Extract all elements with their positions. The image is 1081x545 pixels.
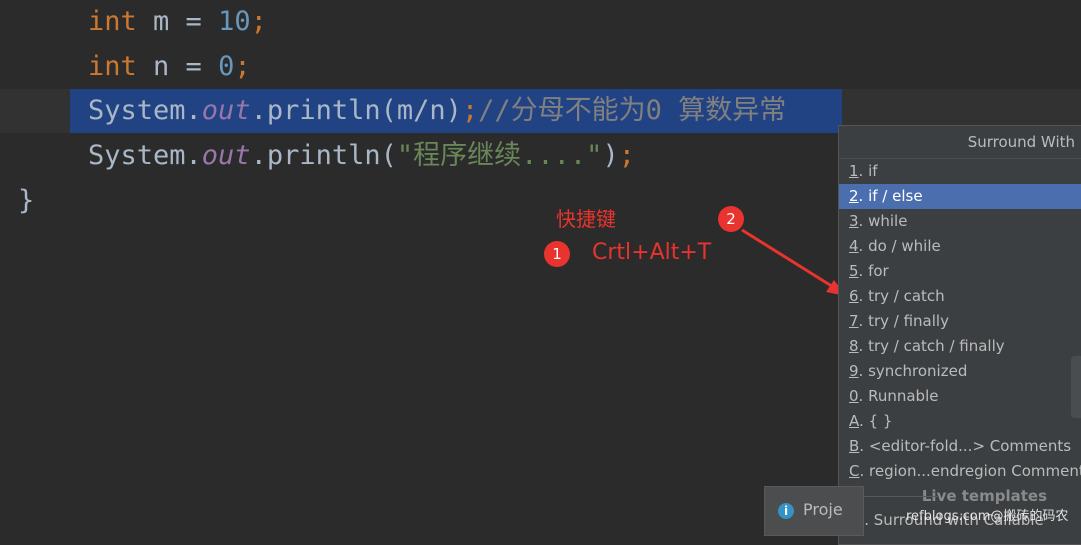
menu-item-label: . for bbox=[858, 262, 889, 280]
menu-item-label: . if bbox=[858, 162, 878, 180]
annotation-shortcut: Crtl+Alt+T bbox=[592, 240, 712, 265]
menu-item[interactable]: 0. Runnable bbox=[839, 384, 1081, 409]
menu-item[interactable]: 7. try / finally bbox=[839, 309, 1081, 334]
menu-item[interactable]: 6. try / catch bbox=[839, 284, 1081, 309]
keyword: int bbox=[88, 6, 137, 37]
menu-item[interactable]: C. region...endregion Comments bbox=[839, 459, 1081, 484]
menu-item[interactable]: 5. for bbox=[839, 259, 1081, 284]
menu-item-label: . <editor-fold...> Comments bbox=[859, 437, 1072, 455]
menu-item-mnemonic: 8 bbox=[849, 337, 859, 355]
code-text: ) bbox=[602, 140, 619, 171]
menu-item-label: . Runnable bbox=[858, 387, 939, 405]
semicolon: ; bbox=[461, 95, 479, 126]
code-text: .println( bbox=[250, 140, 397, 171]
popup-title: Surround With bbox=[839, 126, 1081, 159]
menu-item-mnemonic: 4 bbox=[849, 237, 859, 255]
menu-item[interactable]: 4. do / while bbox=[839, 234, 1081, 259]
surround-with-popup[interactable]: Surround With 1. if 2. if / else 3. while 4… bbox=[838, 125, 1081, 545]
popup-menu-list: 1. if 2. if / else 3. while 4. do / while 5.… bbox=[839, 159, 1081, 484]
notification-balloon[interactable]: i Proje bbox=[764, 486, 864, 536]
menu-item[interactable]: B. <editor-fold...> Comments bbox=[839, 434, 1081, 459]
menu-item[interactable]: A. { } bbox=[839, 409, 1081, 434]
annotation-title: 快捷键 bbox=[556, 207, 616, 231]
semicolon: ; bbox=[250, 6, 267, 37]
code-comment: //分母不能为0 算数异常 bbox=[478, 95, 787, 126]
menu-item-label: . try / catch bbox=[858, 287, 945, 305]
annotation-badge-1: 1 bbox=[544, 241, 570, 267]
menu-item-mnemonic: 6 bbox=[849, 287, 859, 305]
menu-item-mnemonic: C bbox=[849, 462, 860, 480]
number-literal: 0 bbox=[218, 51, 235, 82]
semicolon: ; bbox=[618, 140, 635, 171]
menu-item-mnemonic: 9 bbox=[849, 362, 859, 380]
menu-item-label: . region...endregion Comments bbox=[859, 462, 1081, 480]
keyword: int bbox=[88, 51, 137, 82]
semicolon: ; bbox=[234, 51, 251, 82]
menu-item-mnemonic: 7 bbox=[849, 312, 859, 330]
menu-item-label: . while bbox=[858, 212, 908, 230]
code-text: .println(m/n) bbox=[250, 95, 462, 126]
menu-item-mnemonic: A bbox=[849, 412, 859, 430]
menu-item-label: . do / while bbox=[858, 237, 941, 255]
menu-item[interactable]: 1. if bbox=[839, 159, 1081, 184]
menu-item-mnemonic: 0 bbox=[849, 387, 859, 405]
number-literal: 10 bbox=[218, 6, 251, 37]
info-icon: i bbox=[778, 503, 794, 519]
code-text: System. bbox=[88, 140, 202, 171]
menu-item-label: . if / else bbox=[858, 187, 923, 205]
menu-item-mnemonic: 5 bbox=[849, 262, 859, 280]
menu-item[interactable]: 9. synchronized bbox=[839, 359, 1081, 384]
closing-brace: } bbox=[18, 185, 35, 216]
menu-item-mnemonic: 3 bbox=[849, 212, 859, 230]
scrollbar-thumb[interactable] bbox=[1071, 356, 1081, 418]
code-line-1[interactable]: int m = 10; bbox=[0, 0, 1081, 44]
menu-item[interactable]: 8. try / catch / finally bbox=[839, 334, 1081, 359]
watermark: refblogs.com@搬砖的码农 bbox=[906, 509, 1069, 524]
string-literal: "程序继续...." bbox=[396, 140, 603, 171]
menu-item[interactable]: 2. if / else bbox=[839, 184, 1081, 209]
menu-item-label: . try / catch / finally bbox=[858, 337, 1005, 355]
field-reference: out bbox=[201, 140, 251, 171]
menu-item-mnemonic: B bbox=[849, 437, 860, 455]
code-text: System. bbox=[88, 95, 202, 126]
code-text: n = bbox=[136, 51, 219, 82]
menu-item[interactable]: 3. while bbox=[839, 209, 1081, 234]
code-text: m = bbox=[136, 6, 219, 37]
menu-item-label: . synchronized bbox=[858, 362, 968, 380]
notification-text: Proje bbox=[803, 500, 843, 519]
annotation-badge-2: 2 bbox=[718, 206, 744, 232]
menu-item-mnemonic: 1 bbox=[849, 162, 859, 180]
menu-item-mnemonic: 2 bbox=[849, 187, 859, 205]
menu-item-label: . try / finally bbox=[858, 312, 949, 330]
code-line-2[interactable]: int n = 0; bbox=[0, 45, 1081, 89]
menu-item-label: . { } bbox=[859, 412, 893, 430]
field-reference: out bbox=[201, 95, 251, 126]
